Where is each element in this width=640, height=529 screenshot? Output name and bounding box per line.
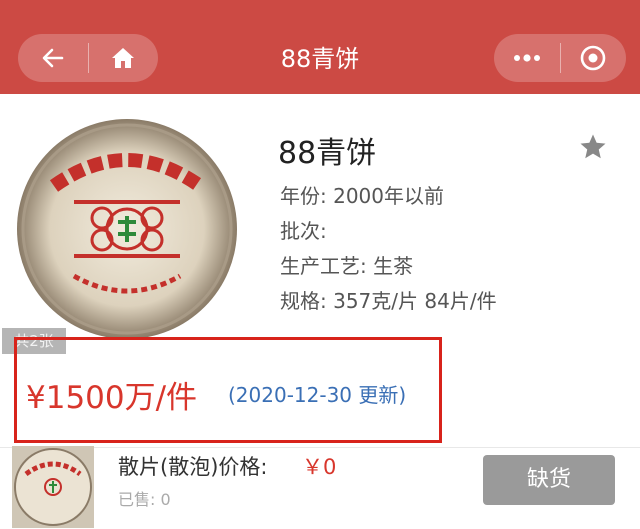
more-dots-icon xyxy=(513,54,540,62)
spec-price: ￥0 xyxy=(302,455,337,479)
title-bar: 88青饼 xyxy=(0,0,640,94)
out-of-stock-button[interactable]: 缺货 xyxy=(483,455,615,505)
divider xyxy=(0,447,640,448)
price-update-date: (2020-12-30 更新) xyxy=(228,383,407,407)
tea-cake-thumbnail xyxy=(12,446,94,528)
star-icon xyxy=(580,134,606,159)
attr-label: 规格: xyxy=(280,289,327,313)
attr-label: 年份: xyxy=(280,184,327,208)
favorite-button[interactable] xyxy=(578,132,608,166)
more-button[interactable] xyxy=(494,34,560,82)
sold-count: 已售: 0 xyxy=(118,490,171,509)
product-image[interactable] xyxy=(14,116,240,342)
attr-value: 357克/片 84片/件 xyxy=(333,289,497,313)
spec-thumbnail xyxy=(12,446,94,528)
attr-value: 生茶 xyxy=(373,254,414,278)
attr-value: 2000年以前 xyxy=(333,184,445,208)
tea-cake-image xyxy=(17,119,237,339)
attr-batch: 批次: xyxy=(280,215,327,244)
price-amount: ¥1500万/件 xyxy=(26,380,198,416)
attr-year: 年份: 2000年以前 xyxy=(280,180,444,209)
nav-capsule-right xyxy=(494,34,626,82)
close-capsule-button[interactable] xyxy=(561,34,627,82)
attr-process: 生产工艺: 生茶 xyxy=(280,250,413,279)
attr-label: 批次: xyxy=(280,219,327,243)
target-circle-icon xyxy=(580,45,606,71)
attr-spec: 规格: 357克/片 84片/件 xyxy=(280,285,497,314)
attr-label: 生产工艺: xyxy=(280,254,367,278)
spec-label: 散片(散泡)价格: xyxy=(118,455,268,479)
product-name: 88青饼 xyxy=(278,136,377,171)
